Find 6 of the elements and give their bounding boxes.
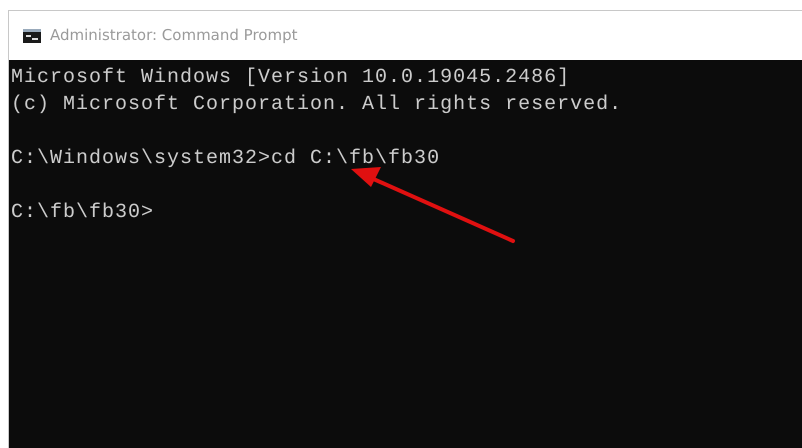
console-line: C:\fb\fb30> xyxy=(11,200,154,226)
console-line: (c) Microsoft Corporation. All rights reserved. xyxy=(11,92,622,118)
console-line: Microsoft Windows [Version 10.0.19045.2486] xyxy=(11,65,570,91)
console-icon xyxy=(23,28,41,42)
console-line: C:\Windows\system32>cd C:\fb\fb30 xyxy=(11,146,440,172)
window-title: Administrator: Command Prompt xyxy=(50,25,298,46)
